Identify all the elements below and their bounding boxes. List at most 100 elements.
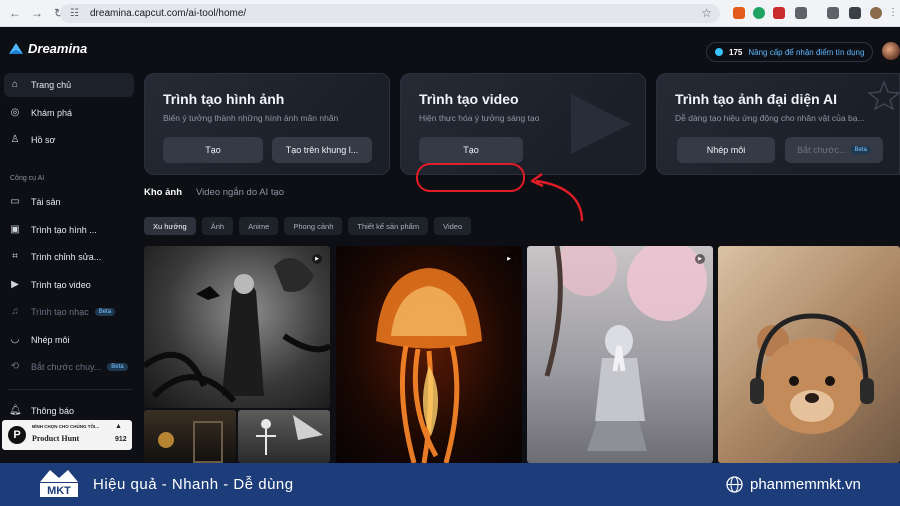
card-title: Trình tạo hình ảnh (163, 91, 285, 107)
url-text: dreamina.capcut.com/ai-tool/home/ (90, 8, 247, 19)
product-hunt-name: Product Hunt (32, 434, 80, 443)
gallery-item-praying-robot[interactable]: ▶ (527, 246, 713, 463)
app-window: Dreamina 175 Nâng cấp để nhận điểm tín d… (0, 27, 900, 463)
gallery-item-teddy-bear[interactable] (718, 246, 900, 463)
sidebar-item-assets[interactable]: ▭ Tài sản (4, 190, 134, 214)
beta-badge: Beta (850, 146, 871, 154)
mkt-footer-banner: MKT Hiệu quả - Nhanh - Dễ dùng phanmemmk… (0, 463, 900, 506)
motion-mimic-button[interactable]: Bắt chước... Beta (785, 137, 883, 163)
folder-icon: ▭ (10, 196, 20, 207)
beta-badge: Beta (107, 363, 128, 371)
forward-icon[interactable]: → (30, 6, 44, 20)
gallery-item-dark-wizard[interactable]: ▶ (144, 246, 330, 408)
footer-website: phanmemmkt.vn (750, 476, 861, 493)
create-image-button[interactable]: Tạo (163, 137, 263, 163)
sidebar-item-label: Thông báo (31, 406, 75, 416)
sidebar-item-label: Khám phá (31, 108, 73, 118)
lip-sync-button[interactable]: Nhép môi (677, 137, 775, 163)
skeleton-image (256, 415, 323, 455)
gallery-item-candle-cage[interactable] (144, 410, 236, 463)
card-title: Trình tạo video (419, 91, 519, 107)
sidebar-item-label: Trình tạo video (31, 280, 91, 290)
sidebar-divider (8, 389, 132, 390)
sidebar-item-label: Trình chỉnh sửa... (31, 252, 102, 262)
chip-trending[interactable]: Xu hướng (144, 217, 196, 235)
site-info-icon[interactable]: ☷ (70, 8, 82, 20)
button-label: Bắt chước... (797, 145, 847, 155)
beta-badge: Beta (94, 308, 116, 316)
upgrade-link[interactable]: Nâng cấp để nhận điểm tín dụng (748, 48, 864, 57)
dreamina-logo[interactable]: Dreamina (8, 41, 87, 56)
sidebar-item-music-generator[interactable]: ♫ Trình tạo nhạc Beta (4, 300, 134, 324)
play-icon[interactable]: ▶ (695, 254, 705, 264)
extension-icon[interactable] (733, 7, 745, 19)
star-decoration-icon (867, 80, 900, 110)
footer-slogan: Hiệu quả - Nhanh - Dễ dùng (93, 476, 294, 493)
card-description: Dễ dàng tạo hiệu ứng động cho nhân vật c… (675, 113, 865, 123)
bookmark-star-icon[interactable]: ☆ (701, 6, 712, 20)
image-icon: ▣ (10, 224, 20, 235)
bell-icon: 🔔︎ (9, 405, 22, 416)
upvote-count: 912 (115, 436, 127, 443)
image-generator-card[interactable]: Trình tạo hình ảnh Biến ý tưởng thành nh… (144, 73, 390, 175)
highlight-arrow (530, 173, 584, 222)
extensions-puzzle-icon[interactable] (795, 7, 807, 19)
compass-icon: ◎ (10, 107, 20, 118)
sidebar-item-label: Trình tạo nhạc (31, 307, 89, 317)
more-menu-icon[interactable]: ⋮ (888, 7, 898, 19)
gallery-item-skeleton[interactable] (238, 410, 330, 463)
sidebar-item-label: Trang chủ (31, 80, 72, 90)
home-icon: ⌂ (11, 79, 19, 90)
tab-ai-short-videos[interactable]: Video ngắn do AI tạo (196, 187, 284, 198)
chip-anime[interactable]: Anime (239, 217, 279, 235)
card-description: Biến ý tưởng thành những hình ảnh mãn nh… (163, 113, 339, 123)
play-icon[interactable]: ▶ (504, 254, 514, 264)
card-title: Trình tạo ảnh đại diện AI (675, 91, 838, 107)
back-icon[interactable]: ← (8, 6, 22, 20)
extension-icon[interactable] (849, 7, 861, 19)
download-icon[interactable] (827, 7, 839, 19)
mkt-logo: MKT (40, 470, 78, 497)
credit-count: 175 (729, 47, 743, 57)
teddy-bear-image (750, 313, 874, 434)
chip-video[interactable]: Video (434, 217, 472, 235)
product-hunt-logo-icon: P (8, 426, 26, 444)
sidebar-item-motion-mimic[interactable]: ⟲ Bắt chước chuy... Beta (4, 355, 134, 379)
sidebar-item-explore[interactable]: ◎ Khám phá (4, 101, 134, 125)
profile-avatar[interactable] (870, 7, 882, 19)
sidebar-item-editor[interactable]: ⌗ Trình chỉnh sửa... (4, 245, 134, 269)
sidebar-item-label: Trình tạo hình ... (31, 225, 97, 235)
sidebar-item-profile[interactable]: ♙ Hồ sơ (4, 128, 134, 152)
chip-landscape[interactable]: Phong cảnh (284, 217, 343, 235)
fire-jellyfish-image (376, 268, 482, 463)
sidebar-item-image-generator[interactable]: ▣ Trình tạo hình ... (4, 218, 134, 242)
ai-avatar-card[interactable]: Trình tạo ảnh đại diện AI Dễ dàng tạo hi… (656, 73, 900, 175)
extension-icon[interactable] (753, 7, 765, 19)
extension-icon[interactable] (773, 7, 785, 19)
video-generator-card[interactable]: Trình tạo video Hiện thực hóa ý tưởng sá… (400, 73, 646, 175)
sidebar: ⌂ Trang chủ ◎ Khám phá ♙ Hồ sơ Công cụ A… (0, 71, 138, 463)
play-icon[interactable]: ▶ (312, 254, 322, 264)
sidebar-item-home[interactable]: ⌂ Trang chủ (4, 73, 134, 97)
edit-frame-icon: ⌗ (12, 251, 18, 262)
music-icon: ♫ (11, 306, 19, 317)
sidebar-item-label: Hồ sơ (31, 135, 56, 145)
address-bar[interactable]: ☷ dreamina.capcut.com/ai-tool/home/ ☆ (60, 4, 720, 23)
sidebar-item-label: Nhép môi (31, 335, 70, 345)
chip-photo[interactable]: Ảnh (201, 217, 234, 235)
gallery-item-fire-jellyfish[interactable]: ▶ (336, 246, 522, 463)
chip-product-design[interactable]: Thiết kế sản phẩm (348, 217, 429, 235)
tab-image-gallery[interactable]: Kho ảnh (144, 187, 182, 198)
top-bar: Dreamina 175 Nâng cấp để nhận điểm tín d… (0, 27, 900, 71)
user-avatar[interactable] (882, 42, 900, 60)
sidebar-item-label: Bắt chước chuy... (31, 362, 102, 372)
product-hunt-badge[interactable]: P BÌNH CHỌN CHO CHÚNG TÔI... Product Hun… (2, 420, 132, 450)
gallery-tabs: Kho ảnh Video ngắn do AI tạo (144, 187, 284, 198)
globe-icon (726, 476, 743, 493)
sidebar-item-video-generator[interactable]: ▶ Trình tạo video (4, 273, 134, 297)
create-video-button[interactable]: Tạo (419, 137, 523, 163)
create-on-canvas-button[interactable]: Tạo trên khung l... (272, 137, 372, 163)
card-decoration-icon (571, 94, 631, 154)
sidebar-item-lip-sync[interactable]: ◡ Nhép môi (4, 328, 134, 352)
credits-upgrade-pill[interactable]: 175 Nâng cấp để nhận điểm tín dụng (706, 42, 874, 62)
